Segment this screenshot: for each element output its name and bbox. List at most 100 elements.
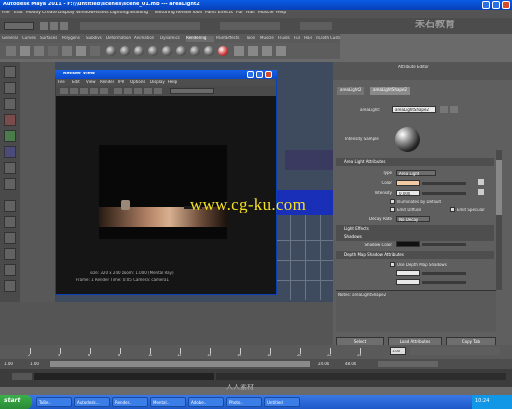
shelf-tab-curves[interactable]: Curves (22, 36, 36, 42)
render-menu-file[interactable]: File (58, 80, 65, 84)
menu-render[interactable]: Render (176, 11, 192, 16)
render-menu-view[interactable]: View (86, 80, 96, 84)
scale-tool-icon[interactable] (4, 146, 16, 158)
render-view-close-button[interactable] (265, 71, 272, 78)
intensity-slider[interactable] (422, 192, 466, 195)
type-dropdown[interactable]: Area Light (396, 170, 436, 176)
command-line[interactable] (0, 369, 512, 387)
shader-red-icon[interactable] (218, 46, 228, 56)
render-settings-icon[interactable] (262, 46, 272, 56)
depth-map-resolution-field[interactable] (396, 270, 420, 276)
ipr-icon[interactable] (70, 88, 78, 94)
emit-diffuse-checkbox[interactable] (390, 207, 395, 212)
rotate-tool-icon[interactable] (4, 130, 16, 142)
taskbar-item[interactable]: Mental.. (150, 397, 186, 407)
snap-icons[interactable] (220, 22, 280, 30)
node-name-field[interactable]: areaLightShape2 (392, 106, 436, 113)
taskbar-item[interactable]: ToBe.. (36, 397, 72, 407)
shelf-tab-polygons[interactable]: Polygons (62, 36, 80, 42)
depth-map-resolution-slider[interactable] (422, 272, 466, 275)
layout-hypershade-icon[interactable] (4, 264, 16, 276)
range-end-field[interactable]: 24.00 (318, 362, 329, 366)
notes-area[interactable]: Notes: areaLightShape2 (336, 290, 496, 332)
depth-map-filter-slider[interactable] (422, 281, 466, 284)
layout-persp-graph-icon[interactable] (4, 232, 16, 244)
shelf-tab-fluids[interactable]: Fluids (278, 36, 290, 42)
anim-layer-dropdown[interactable] (378, 361, 438, 367)
render-menu-ipr[interactable]: IPR (118, 80, 124, 84)
maximize-button[interactable] (492, 1, 500, 9)
minimize-button[interactable] (482, 1, 490, 9)
shader-ramp-icon[interactable] (176, 46, 186, 56)
open-scene-icon[interactable] (50, 22, 58, 30)
shelf-tab-animation[interactable]: Animation (134, 36, 154, 42)
menu-toon[interactable]: Toon (192, 11, 202, 16)
shader-blinn-icon[interactable] (120, 46, 130, 56)
light-color-swatch[interactable] (396, 180, 420, 186)
use-depth-map-checkbox[interactable] (390, 262, 395, 267)
tab-arealight-transform[interactable]: areaLight2 (337, 87, 365, 95)
soft-mod-tool-icon[interactable] (4, 178, 16, 190)
render-menu-options[interactable]: Options (130, 80, 145, 84)
shelf-tab-dynamics[interactable]: Dynamics (160, 36, 180, 42)
shader-phong-icon[interactable] (134, 46, 144, 56)
color-slider[interactable] (422, 182, 466, 185)
move-tool-icon[interactable] (4, 114, 16, 126)
volumelight-icon[interactable] (62, 46, 72, 56)
taskbar-item[interactable]: Adobe.. (188, 397, 224, 407)
layout-uv-icon[interactable] (4, 280, 16, 292)
arealight-icon[interactable] (48, 46, 58, 56)
menu-create[interactable]: Create (42, 11, 57, 16)
region-render-icon[interactable] (90, 88, 98, 94)
intensity-field[interactable]: 0.000 (396, 190, 420, 196)
section-shadows[interactable]: Shadows (336, 233, 494, 241)
intensity-map-button[interactable] (478, 189, 484, 195)
camera-icon[interactable] (6, 46, 16, 56)
menu-assets[interactable]: Assets (94, 11, 109, 16)
display-alpha-icon[interactable] (124, 88, 132, 94)
menu-lighting-shading[interactable]: Lighting/Shading (110, 11, 152, 16)
shelf-tab-custom[interactable]: Custom (330, 36, 340, 42)
display-rgb-icon[interactable] (114, 88, 122, 94)
shelf-tab-deformation[interactable]: Deformation (106, 36, 131, 42)
illuminates-default-checkbox[interactable] (390, 199, 395, 204)
taskbar-item[interactable]: Autodesk... (74, 397, 110, 407)
menu-texturing[interactable]: Texturing (154, 11, 175, 16)
render-icon[interactable] (234, 46, 244, 56)
lasso-tool-icon[interactable] (4, 82, 16, 94)
taskbar-item[interactable]: Untitled (264, 397, 300, 407)
menu-window[interactable]: Window (76, 11, 94, 16)
shelf-tab-muscle[interactable]: Muscle (260, 36, 274, 42)
decay-rate-dropdown[interactable]: No Decay (396, 216, 430, 222)
render-view-minimize-button[interactable] (247, 71, 254, 78)
playback-controls[interactable] (410, 347, 500, 355)
shelf-tab-ncloth[interactable]: nCloth (316, 36, 329, 42)
save-scene-icon[interactable] (60, 22, 68, 30)
render-view-title-bar[interactable]: Render View (55, 70, 277, 79)
layout-outliner-icon[interactable] (4, 248, 16, 260)
shelf-tab-subdivs[interactable]: Subdivs (86, 36, 102, 42)
manipulator-tool-icon[interactable] (4, 162, 16, 174)
select-tool-icon[interactable] (4, 66, 16, 78)
shadow-color-slider[interactable] (422, 243, 466, 246)
refresh-icon[interactable] (80, 88, 88, 94)
menu-modify[interactable]: Modify (26, 11, 41, 16)
shader-phonge-icon[interactable] (148, 46, 158, 56)
paint-select-tool-icon[interactable] (4, 98, 16, 110)
layout-single-icon[interactable] (4, 200, 16, 212)
one-to-one-icon[interactable] (134, 88, 142, 94)
color-map-button[interactable] (478, 179, 484, 185)
pointlight-icon[interactable] (90, 46, 100, 56)
menu-file[interactable]: File (2, 11, 10, 16)
emit-specular-checkbox[interactable] (450, 207, 455, 212)
spotlight-icon[interactable] (34, 46, 44, 56)
ambientlight-icon[interactable] (76, 46, 86, 56)
current-frame-field[interactable]: 1.00 (390, 347, 406, 355)
shelf-tab-rendering[interactable]: Rendering (186, 36, 214, 42)
render-menu-edit[interactable]: Edit (72, 80, 80, 84)
shelf-tab-general[interactable]: General (2, 36, 18, 42)
shader-surface-icon[interactable] (190, 46, 200, 56)
snapshot-icon[interactable] (100, 88, 108, 94)
range-slider-bar[interactable] (50, 361, 310, 367)
section-light-effects[interactable]: Light Effects (336, 225, 494, 233)
